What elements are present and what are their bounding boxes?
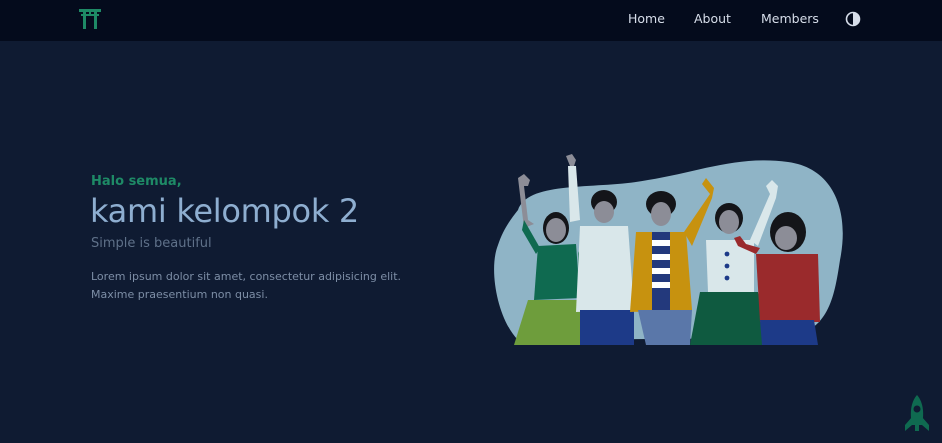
hero-description: Lorem ipsum dolor sit amet, consectetur … [91,270,402,301]
hero-title: kami kelompok 2 [90,192,359,230]
nav-link-home[interactable]: Home [628,11,665,26]
hero-greeting: Halo semua, [91,174,182,189]
hero-subtitle: Simple is beautiful [91,236,212,251]
half-circle-contrast-icon[interactable] [845,11,861,27]
navbar: Home About Members [0,0,942,41]
nav-link-about[interactable]: About [694,11,731,26]
torii-gate-icon[interactable] [79,9,101,29]
nav-link-members[interactable]: Members [761,11,819,26]
group-of-friends-waving-illustration [494,154,843,345]
rocket-icon[interactable] [902,393,932,433]
